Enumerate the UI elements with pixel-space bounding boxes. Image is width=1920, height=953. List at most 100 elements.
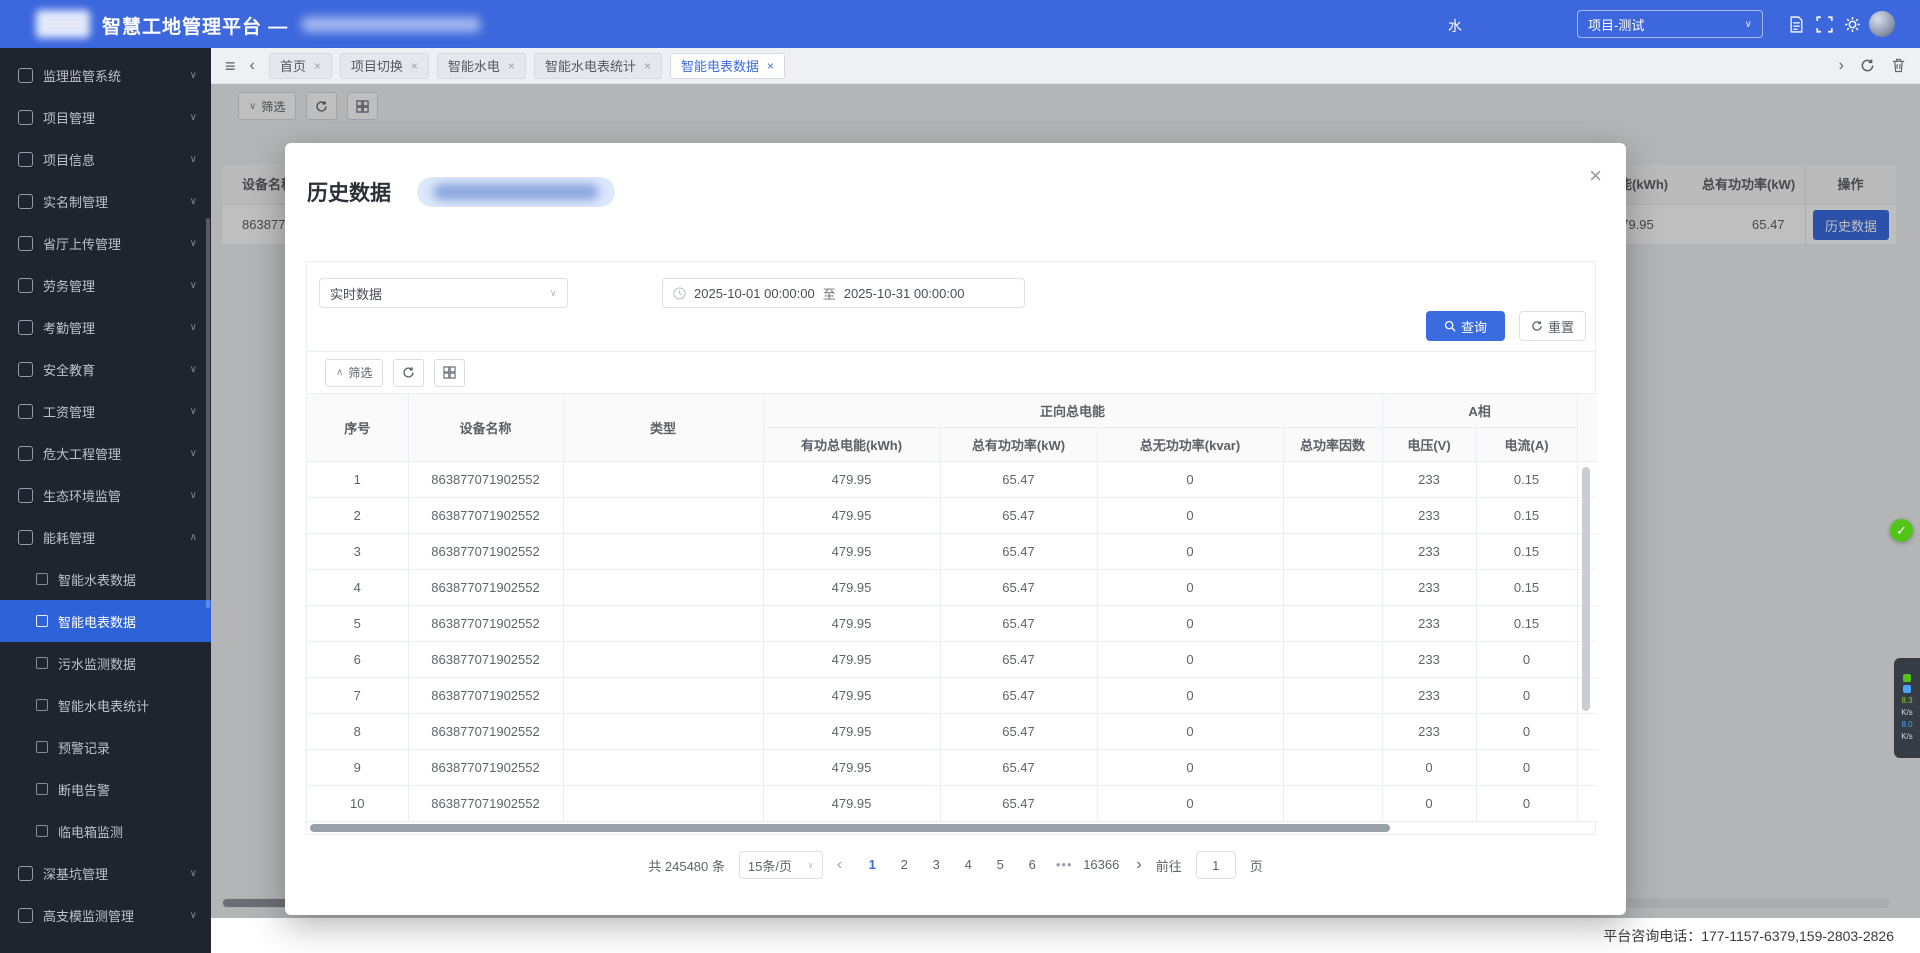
table-row[interactable]: 9 863877071902552 479.95 65.47 0 0 0 <box>307 749 1597 785</box>
cell-type <box>563 713 763 749</box>
tab-close-icon[interactable]: × <box>767 59 774 73</box>
sidebar-item[interactable]: 深基坑管理 ∨ <box>0 852 211 894</box>
tab-close-icon[interactable]: × <box>411 59 418 73</box>
sidebar-item[interactable]: 考勤管理 ∨ <box>0 306 211 348</box>
page-number[interactable]: 4 <box>955 851 981 879</box>
tab[interactable]: 项目切换 × <box>340 53 429 79</box>
page-number[interactable]: ••• <box>1051 851 1077 879</box>
goto-page-input[interactable] <box>1196 851 1236 879</box>
menu-item-icon <box>18 236 33 251</box>
tab-close-icon[interactable]: × <box>314 59 321 73</box>
table-row[interactable]: 3 863877071902552 479.95 65.47 0 233 0.1… <box>307 533 1597 569</box>
cell-reactive-power: 0 <box>1097 569 1283 605</box>
cell-active-power: 65.47 <box>940 677 1097 713</box>
table-refresh-button[interactable] <box>393 359 424 387</box>
tab[interactable]: 智能水电表统计 × <box>534 53 662 79</box>
page-number[interactable]: 1 <box>859 851 885 879</box>
chevron-icon: ∨ <box>190 448 197 459</box>
tab[interactable]: 首页 × <box>269 53 332 79</box>
modal-close-icon[interactable]: × <box>1589 165 1602 187</box>
date-start-value: 2025-10-01 00:00:00 <box>694 286 815 301</box>
tabs-scroll-left-icon[interactable]: ‹ <box>250 58 255 74</box>
filter-collapse-button[interactable]: ∧ 筛选 <box>325 359 383 387</box>
avatar[interactable] <box>1869 11 1895 37</box>
cell-voltage: 233 <box>1382 605 1476 641</box>
extension-check-icon[interactable]: ✓ <box>1890 519 1913 542</box>
table-row[interactable]: 7 863877071902552 479.95 65.47 0 233 0 <box>307 677 1597 713</box>
cell-device-name: 863877071902552 <box>408 461 563 497</box>
sidebar-item[interactable]: 项目信息 ∨ <box>0 138 211 180</box>
page-size-select[interactable]: 15条/页 ∨ <box>739 851 823 879</box>
sidebar-item[interactable]: 智能电表数据 <box>0 600 211 642</box>
cell-device-name: 863877071902552 <box>408 497 563 533</box>
sidebar-item[interactable]: 工资管理 ∨ <box>0 390 211 432</box>
data-type-select[interactable]: 实时数据 ∨ <box>319 278 568 308</box>
search-icon <box>1444 320 1456 332</box>
tab[interactable]: 智能电表数据 × <box>670 53 785 79</box>
page-number[interactable]: 2 <box>891 851 917 879</box>
tab[interactable]: 智能水电 × <box>437 53 526 79</box>
pagination-total: 共 245480 条 <box>648 856 725 875</box>
sidebar-item[interactable]: 预警记录 <box>0 726 211 768</box>
date-range-picker[interactable]: 2025-10-01 00:00:00 至 2025-10-31 00:00:0… <box>662 278 1025 308</box>
table-row[interactable]: 5 863877071902552 479.95 65.47 0 233 0.1… <box>307 605 1597 641</box>
sidebar-item[interactable]: 智能水电表统计 <box>0 684 211 726</box>
chevron-icon: ∨ <box>190 112 197 123</box>
sidebar-scrollbar[interactable] <box>206 218 210 608</box>
table-row[interactable]: 1 863877071902552 479.95 65.47 0 233 0.1… <box>307 461 1597 497</box>
sidebar-item-label: 安全教育 <box>43 360 190 379</box>
tabs-clear-trash-icon[interactable] <box>1891 58 1906 73</box>
table-row[interactable]: 2 863877071902552 479.95 65.47 0 233 0.1… <box>307 497 1597 533</box>
tabs-refresh-icon[interactable] <box>1860 58 1875 73</box>
sidebar-item[interactable]: 临电箱监测 <box>0 810 211 852</box>
sidebar-item[interactable]: 生态环境监管 ∨ <box>0 474 211 516</box>
table-horizontal-scrollbar[interactable] <box>310 824 1390 832</box>
table-row[interactable]: 6 863877071902552 479.95 65.47 0 233 0 <box>307 641 1597 677</box>
app-title: 智慧工地管理平台 — <box>102 12 288 39</box>
sidebar-item[interactable]: 省厅上传管理 ∨ <box>0 222 211 264</box>
sidebar-item-label: 劳务管理 <box>43 276 190 295</box>
cell-active-power: 65.47 <box>940 569 1097 605</box>
search-button[interactable]: 查询 <box>1426 311 1505 341</box>
sidebar-item[interactable]: 安全教育 ∨ <box>0 348 211 390</box>
table-vertical-scrollbar[interactable] <box>1582 467 1590 711</box>
sidebar-item[interactable]: 智能水表数据 <box>0 558 211 600</box>
prev-page-icon[interactable]: ‹ <box>837 856 842 874</box>
tab-close-icon[interactable]: × <box>644 59 651 73</box>
table-row[interactable]: 8 863877071902552 479.95 65.47 0 233 0 <box>307 713 1597 749</box>
sidebar-item-label: 能耗管理 <box>43 528 190 547</box>
cell-index: 6 <box>307 641 408 677</box>
tabs-scroll-right-icon[interactable]: › <box>1839 58 1844 74</box>
table-column-settings-button[interactable] <box>434 359 465 387</box>
cell-reactive-power: 0 <box>1097 461 1283 497</box>
sidebar-item-label: 省厅上传管理 <box>43 234 190 253</box>
table-row[interactable]: 4 863877071902552 479.95 65.47 0 233 0.1… <box>307 569 1597 605</box>
page-number[interactable]: 3 <box>923 851 949 879</box>
reset-button[interactable]: 重置 <box>1519 311 1586 341</box>
sidebar-item[interactable]: 断电告警 <box>0 768 211 810</box>
menu-collapse-icon[interactable]: ≡ <box>225 57 236 75</box>
sidebar-item[interactable]: 实名制管理 ∨ <box>0 180 211 222</box>
sidebar-item[interactable]: 污水监测数据 <box>0 642 211 684</box>
sidebar-item[interactable]: 项目管理 ∨ <box>0 96 211 138</box>
page-number[interactable]: 16366 <box>1083 851 1119 879</box>
sidebar-item[interactable]: 劳务管理 ∨ <box>0 264 211 306</box>
chevron-icon: ∨ <box>190 406 197 417</box>
chevron-down-icon: ∨ <box>1745 19 1752 30</box>
sidebar-item[interactable]: 高支模监测管理 ∨ <box>0 894 211 936</box>
next-page-icon[interactable]: › <box>1136 856 1141 874</box>
network-monitor-widget[interactable]: 8.3 K/s 8.0 K/s <box>1894 658 1920 758</box>
page-number[interactable]: 5 <box>987 851 1013 879</box>
page-number[interactable]: 6 <box>1019 851 1045 879</box>
cell-active-power: 65.47 <box>940 749 1097 785</box>
tab-close-icon[interactable]: × <box>508 59 515 73</box>
settings-gear-icon[interactable] <box>1844 16 1861 33</box>
document-icon[interactable] <box>1788 16 1805 33</box>
project-select[interactable]: 项目-测试 ∨ <box>1577 10 1763 38</box>
sidebar-item[interactable]: 危大工程管理 ∨ <box>0 432 211 474</box>
sidebar-item[interactable]: 监理监管系统 ∨ <box>0 54 211 96</box>
cell-type <box>563 461 763 497</box>
fullscreen-icon[interactable] <box>1816 16 1833 33</box>
sidebar-item[interactable]: 能耗管理 ∧ <box>0 516 211 558</box>
table-row[interactable]: 10 863877071902552 479.95 65.47 0 0 0 <box>307 785 1597 821</box>
